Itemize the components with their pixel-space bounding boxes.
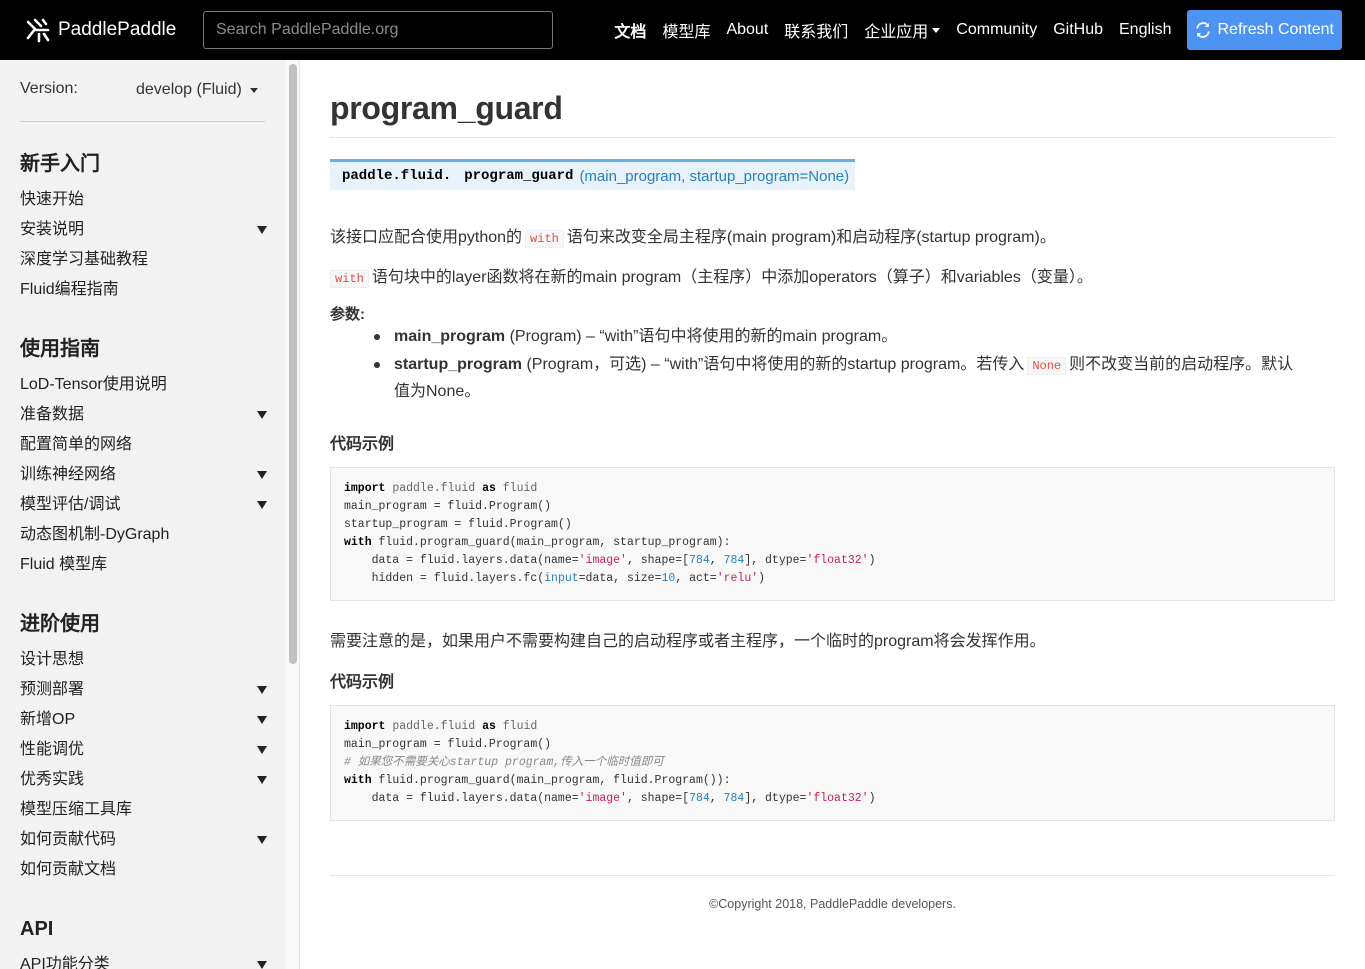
bullet-icon: [374, 362, 380, 368]
note-paragraph: 需要注意的是，如果用户不需要构建自己的启动程序或者主程序，一个临时的progra…: [330, 633, 1046, 650]
divider: [330, 875, 1335, 876]
refresh-content-button[interactable]: Refresh Content: [1187, 10, 1342, 50]
example-heading: 代码示例: [330, 436, 395, 453]
params-label: 参数:: [330, 306, 365, 323]
sidebar-item[interactable]: 优秀实践: [20, 765, 270, 795]
signature-prefix: paddle.fluid.: [342, 168, 452, 184]
sidebar: Version: develop (Fluid) 新手入门 快速开始 安装说明 …: [0, 60, 286, 969]
expand-triangle-icon[interactable]: [257, 961, 267, 969]
param-desc: (Program，可选) – “with”语句中将使用的新的startup pr…: [522, 356, 1025, 373]
signature-params: (main_program, startup_program=None): [579, 167, 850, 185]
nav-github[interactable]: GitHub: [1045, 21, 1111, 39]
sidebar-section-getting-started: 新手入门 快速开始 安装说明 深度学习基础教程 Fluid编程指南: [20, 148, 270, 305]
sidebar-item[interactable]: 深度学习基础教程: [20, 245, 270, 275]
sidebar-item[interactable]: 准备数据: [20, 400, 270, 430]
sidebar-item[interactable]: 设计思想: [20, 645, 270, 675]
sidebar-heading: API: [20, 918, 54, 940]
sidebar-item[interactable]: 新增OP: [20, 705, 270, 735]
api-signature: paddle.fluid. program_guard (main_progra…: [330, 159, 856, 190]
caret-down-icon: [249, 87, 258, 93]
param-desc: (Program) – “with”语句中将使用的新的main program。: [505, 328, 898, 345]
nav-language[interactable]: English: [1111, 21, 1179, 39]
param-item: main_program (Program) – “with”语句中将使用的新的…: [374, 324, 1314, 350]
expand-triangle-icon[interactable]: [257, 716, 267, 724]
nav-docs[interactable]: 文档: [606, 18, 654, 42]
divider: [330, 137, 1335, 138]
inline-code: None: [1027, 357, 1067, 375]
sidebar-item[interactable]: 训练神经网络: [20, 460, 270, 490]
nav-contact[interactable]: 联系我们: [776, 18, 856, 42]
nav-about[interactable]: About: [718, 21, 776, 39]
expand-triangle-icon[interactable]: [257, 471, 267, 479]
sidebar-item[interactable]: 性能调优: [20, 735, 270, 765]
expand-triangle-icon[interactable]: [257, 226, 267, 234]
sidebar-heading: 进阶使用: [20, 613, 100, 635]
expand-triangle-icon[interactable]: [257, 836, 267, 844]
sidebar-item[interactable]: 模型压缩工具库: [20, 795, 270, 825]
description-1: 该接口应配合使用python的 with 语句来改变全局主程序(main progr…: [330, 229, 1056, 248]
sidebar-heading: 使用指南: [20, 338, 100, 360]
sidebar-item[interactable]: 模型评估/调试: [20, 490, 270, 520]
example-heading: 代码示例: [330, 674, 395, 691]
page-title: program_guard: [330, 90, 563, 126]
expand-triangle-icon[interactable]: [257, 686, 267, 694]
refresh-icon: [1196, 22, 1211, 38]
sidebar-item[interactable]: LoD-Tensor使用说明: [20, 370, 270, 400]
brand-logo[interactable]: PaddlePaddle: [24, 16, 176, 44]
sidebar-section-advanced: 进阶使用 设计思想 预测部署 新增OP 性能调优 优秀实践 模型压缩工具库 如何…: [20, 608, 270, 885]
param-desc: 则不改变当前的启动程序。默认: [1069, 356, 1294, 373]
sidebar-item[interactable]: API功能分类: [20, 950, 270, 969]
sidebar-item[interactable]: 配置简单的网络: [20, 430, 270, 460]
expand-triangle-icon[interactable]: [257, 411, 267, 419]
sidebar-item[interactable]: 动态图机制-DyGraph: [20, 520, 270, 550]
sidebar-item[interactable]: 快速开始: [20, 185, 270, 215]
sidebar-item[interactable]: 安装说明: [20, 215, 270, 245]
sidebar-item[interactable]: 预测部署: [20, 675, 270, 705]
top-navbar: PaddlePaddle 文档 模型库 About 联系我们 企业应用 Comm…: [0, 0, 1365, 60]
expand-triangle-icon[interactable]: [257, 746, 267, 754]
code-block-2[interactable]: import paddle.fluid as fluid main_progra…: [330, 705, 1335, 821]
version-value: develop (Fluid): [136, 81, 242, 98]
sidebar-item[interactable]: Fluid 模型库: [20, 550, 270, 580]
scrollbar-thumb[interactable]: [289, 64, 297, 664]
param-name: main_program: [394, 328, 506, 345]
nav-models[interactable]: 模型库: [654, 18, 718, 42]
sidebar-item[interactable]: Fluid编程指南: [20, 275, 270, 305]
expand-triangle-icon[interactable]: [257, 501, 267, 509]
nav-enterprise-dropdown[interactable]: 企业应用: [856, 18, 948, 42]
nav-community[interactable]: Community: [948, 21, 1045, 39]
sidebar-section-api: API API功能分类: [20, 913, 270, 969]
search-input[interactable]: [203, 11, 553, 49]
version-dropdown[interactable]: develop (Fluid): [136, 81, 258, 99]
main-nav: 文档 模型库 About 联系我们 企业应用 Community GitHub …: [606, 10, 1342, 50]
brand-name: PaddlePaddle: [58, 19, 177, 40]
refresh-label: Refresh Content: [1217, 21, 1334, 38]
code-block-1[interactable]: import paddle.fluid as fluid main_progra…: [330, 467, 1335, 601]
param-name: startup_program: [394, 356, 523, 373]
signature-name: program_guard: [464, 168, 574, 184]
inline-code: with: [330, 270, 369, 288]
param-desc: 值为None。: [394, 383, 481, 400]
version-selector-row: Version: develop (Fluid): [20, 80, 265, 122]
paddle-logo-icon: [26, 18, 50, 43]
sidebar-item[interactable]: 如何贡献文档: [20, 855, 270, 885]
sidebar-item[interactable]: 如何贡献代码: [20, 825, 270, 855]
sidebar-section-user-guide: 使用指南 LoD-Tensor使用说明 准备数据 配置简单的网络 训练神经网络 …: [20, 333, 270, 580]
description-2: with 语句块中的layer函数将在新的main program（主程序）中添加…: [330, 263, 1093, 288]
expand-triangle-icon[interactable]: [257, 776, 267, 784]
version-label: Version:: [20, 80, 78, 97]
sidebar-scrollbar[interactable]: [286, 60, 300, 969]
bullet-icon: [374, 334, 380, 340]
param-item: startup_program (Program，可选) – “with”语句中…: [374, 352, 1314, 405]
sidebar-heading: 新手入门: [20, 153, 100, 175]
caret-down-icon: [932, 27, 941, 33]
footer-copyright: ©Copyright 2018, PaddlePaddle developers…: [709, 897, 956, 911]
inline-code: with: [525, 230, 564, 248]
